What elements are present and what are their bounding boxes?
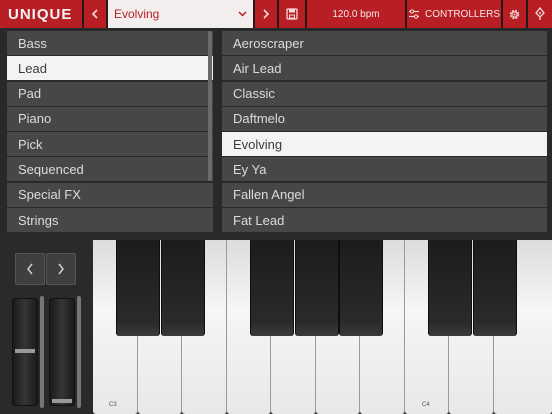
category-item[interactable]: Bass: [7, 31, 213, 55]
pitch-wheel-center-mark: [15, 349, 35, 353]
preset-dropdown[interactable]: Evolving: [108, 0, 253, 28]
pitch-bend-wheel[interactable]: [12, 298, 38, 406]
black-key[interactable]: [295, 240, 339, 336]
pitch-wheel-track: [40, 296, 44, 408]
mod-wheel-track: [77, 296, 81, 408]
preset-item[interactable]: Ey Ya: [222, 157, 547, 182]
category-item[interactable]: Pick: [7, 132, 213, 157]
category-item[interactable]: Strings: [7, 208, 213, 233]
tempo-display[interactable]: 120.0 bpm: [307, 0, 405, 28]
app-logo: UNIQUE: [0, 0, 82, 28]
sliders-icon: [408, 9, 419, 19]
chevron-left-icon: [91, 9, 98, 19]
black-key[interactable]: [161, 240, 205, 336]
octave-up-button[interactable]: [46, 253, 76, 285]
chevron-right-icon: [58, 263, 64, 275]
tuning-fork-icon: [535, 7, 545, 20]
black-key[interactable]: [116, 240, 160, 336]
category-item[interactable]: Sequenced: [7, 157, 213, 182]
piano-keyboard: C3 C4: [93, 240, 552, 414]
mod-wheel-mark: [52, 399, 72, 403]
gear-icon: [509, 9, 520, 19]
category-item[interactable]: Lead: [7, 56, 213, 81]
chevron-down-icon: [238, 11, 247, 17]
top-bar: UNIQUE Evolving 120.0 bpm CONTROLLERS: [0, 0, 552, 28]
black-key[interactable]: [473, 240, 517, 336]
preset-item[interactable]: Fallen Angel: [222, 182, 547, 207]
modulation-wheel[interactable]: [49, 298, 75, 406]
preset-browser: Bass Lead Pad Piano Pick Sequenced Speci…: [0, 28, 552, 236]
preset-item[interactable]: Daftmelo: [222, 106, 547, 131]
preset-item[interactable]: Classic: [222, 81, 547, 106]
octave-down-button[interactable]: [15, 253, 45, 285]
black-key[interactable]: [339, 240, 383, 336]
preset-item[interactable]: Aeroscraper: [222, 31, 547, 55]
preset-item[interactable]: Air Lead: [222, 56, 547, 81]
preset-item[interactable]: Evolving: [222, 132, 547, 157]
previous-preset-button[interactable]: [84, 0, 106, 28]
controllers-button[interactable]: CONTROLLERS: [407, 0, 501, 28]
black-key[interactable]: [428, 240, 472, 336]
settings-button[interactable]: [503, 0, 526, 28]
save-preset-button[interactable]: [279, 0, 305, 28]
preset-name: Evolving: [114, 7, 160, 21]
category-item[interactable]: Piano: [7, 106, 213, 131]
floppy-disk-icon: [286, 8, 298, 20]
category-item[interactable]: Special FX: [7, 182, 213, 207]
black-key[interactable]: [250, 240, 294, 336]
keyboard-area: C3 C4: [0, 236, 552, 414]
chevron-left-icon: [27, 263, 33, 275]
controllers-label: CONTROLLERS: [424, 8, 500, 20]
preset-item[interactable]: Fat Lead: [222, 208, 547, 233]
category-item[interactable]: Pad: [7, 81, 213, 106]
preset-list: Aeroscraper Air Lead Classic Daftmelo Ev…: [222, 31, 547, 233]
next-preset-button[interactable]: [255, 0, 277, 28]
key-label-c3: C3: [109, 402, 117, 408]
key-label-c4: C4: [422, 402, 430, 408]
category-list: Bass Lead Pad Piano Pick Sequenced Speci…: [7, 31, 213, 233]
chevron-right-icon: [263, 9, 270, 19]
category-scrollbar[interactable]: [208, 31, 212, 181]
tuner-button[interactable]: [528, 0, 552, 28]
